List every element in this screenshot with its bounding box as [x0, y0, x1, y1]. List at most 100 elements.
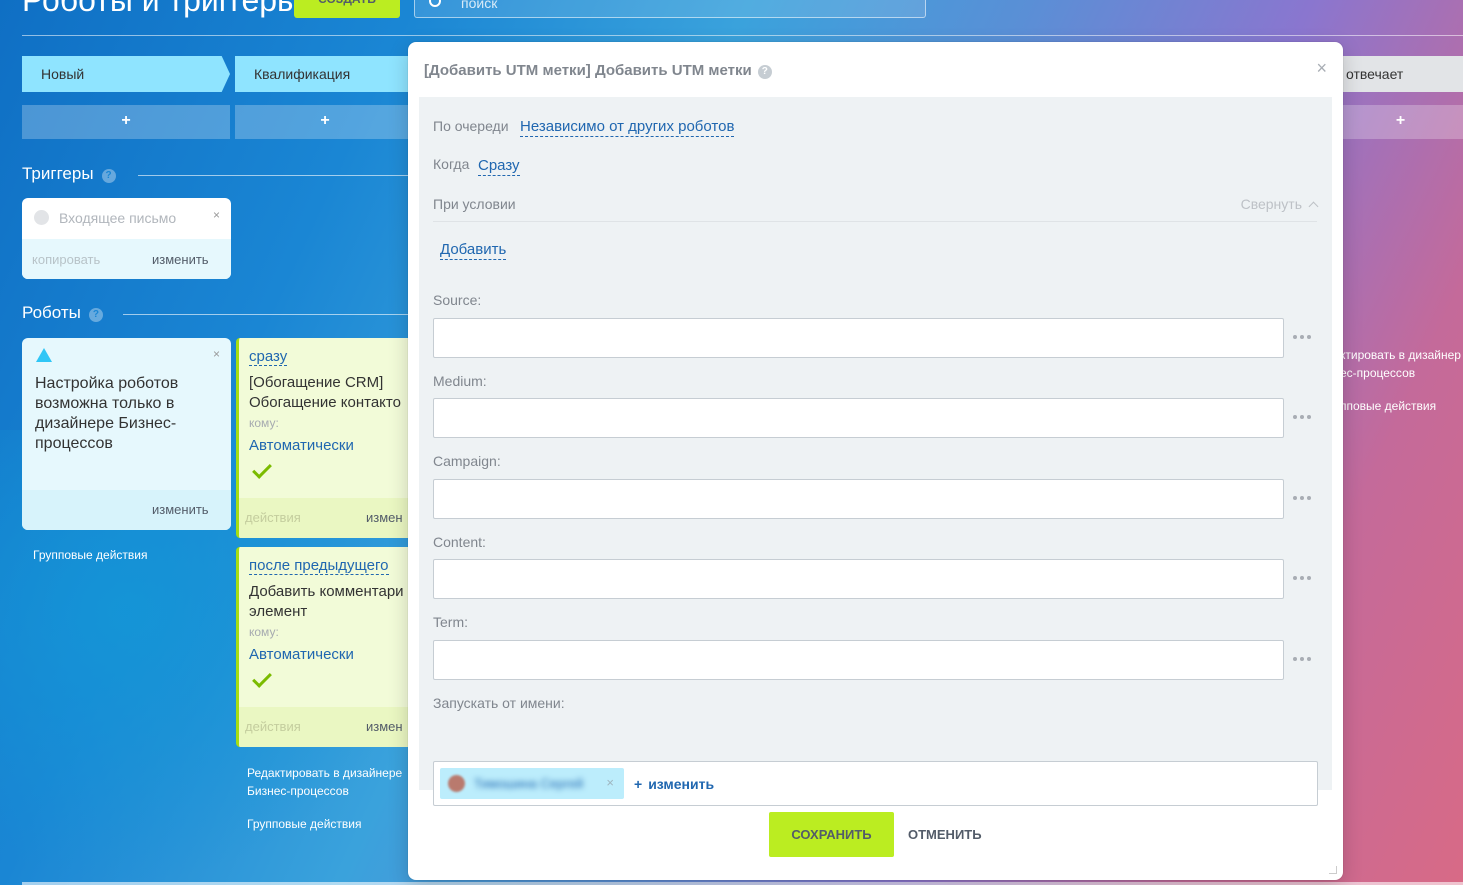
term-label: Term: — [433, 614, 468, 630]
condition-divider — [433, 221, 1317, 222]
warning-icon — [36, 348, 52, 362]
add-stage-robot-button[interactable]: + — [1338, 105, 1463, 139]
stage-responds[interactable]: отвечает — [1338, 56, 1463, 92]
trigger-edit-link[interactable]: изменить — [152, 252, 209, 267]
group-actions-link[interactable]: Групповые действия — [33, 546, 148, 564]
user-name: Тимошина Сергей — [474, 776, 584, 791]
robot-mode[interactable]: Автоматически — [249, 646, 354, 663]
robot-recipient-label: кому: — [249, 416, 279, 430]
robot-card: после предыдущего Добавить комментари эл… — [236, 547, 426, 747]
robot-edit-link[interactable]: измен — [366, 510, 403, 525]
robots-label: Роботы — [22, 303, 81, 322]
help-icon[interactable]: ? — [757, 65, 772, 79]
medium-field[interactable] — [433, 398, 1284, 438]
trigger-footer: копировать изменить — [22, 239, 231, 279]
change-user-label: изменить — [648, 776, 715, 792]
robot-edit-link[interactable]: измен — [366, 719, 403, 734]
robot-settings-dialog: [Добавить UTM метки] Добавить UTM метки?… — [408, 42, 1343, 880]
mail-icon — [34, 210, 49, 225]
condition-label: При условии — [433, 196, 516, 212]
campaign-label: Campaign: — [433, 453, 501, 469]
dialog-body: По очереди Независимо от других роботов … — [419, 97, 1332, 806]
run-as-selector[interactable]: Тимошина Сергей × + изменить — [433, 761, 1318, 806]
robot-footer: действия измен — [239, 707, 426, 747]
robot-actions-link[interactable]: действия — [245, 719, 301, 734]
section-divider — [138, 175, 413, 176]
robot-when-link[interactable]: сразу — [249, 348, 288, 366]
source-field[interactable] — [433, 318, 1284, 358]
content-label: Content: — [433, 534, 486, 550]
robot-card: сразу [Обогащение CRM] Обогащение контак… — [236, 338, 426, 538]
trigger-name: Входящее письмо — [59, 210, 177, 226]
robot-warning-card: × Настройка роботов возможна только в ди… — [22, 338, 231, 530]
source-label: Source: — [433, 292, 482, 308]
robot-footer: действия измен — [239, 498, 426, 538]
user-chip: Тимошина Сергей × — [440, 768, 624, 799]
resize-handle[interactable] — [1329, 866, 1337, 874]
triggers-label: Триггеры — [22, 164, 94, 183]
help-icon[interactable]: ? — [88, 308, 103, 322]
add-condition-link[interactable]: Добавить — [440, 240, 507, 260]
check-icon — [252, 668, 272, 688]
robot-when-link[interactable]: после предыдущего — [249, 557, 389, 575]
avatar — [448, 775, 465, 792]
trigger-card: Входящее письмо × копировать изменить — [22, 198, 231, 279]
section-divider — [123, 314, 413, 315]
warning-edit-link[interactable]: изменить — [152, 502, 209, 517]
warning-text: Настройка роботов возможна только в диза… — [35, 375, 179, 452]
run-as-label: Запускать от имени: — [433, 695, 565, 711]
chevron-up-icon — [1308, 201, 1319, 212]
robot-actions-link[interactable]: действия — [245, 510, 301, 525]
stage-qualification[interactable]: Квалификация — [235, 56, 415, 92]
trigger-copy-link[interactable]: копировать — [32, 252, 100, 267]
robot-name: Добавить комментари элемент — [249, 583, 404, 620]
save-button[interactable]: СОХРАНИТЬ — [769, 812, 894, 857]
dialog-title: [Добавить UTM метки] Добавить UTM метки? — [424, 62, 772, 79]
more-icon[interactable] — [1293, 496, 1313, 502]
remove-user-icon[interactable]: × — [606, 775, 614, 790]
order-label: По очереди — [433, 118, 509, 134]
term-field[interactable] — [433, 640, 1284, 680]
create-button[interactable]: СОЗДАТЬ — [294, 0, 400, 18]
collapse-label: Свернуть — [1240, 196, 1302, 212]
campaign-field[interactable] — [433, 479, 1284, 519]
robot-mode[interactable]: Автоматически — [249, 437, 354, 454]
when-label: Когда — [433, 156, 470, 172]
designer-link[interactable]: ктировать в дизайнер ес-процессов — [1340, 346, 1463, 382]
dialog-title-text: [Добавить UTM метки] Добавить UTM метки — [424, 62, 752, 79]
plus-icon: + — [634, 776, 643, 792]
warning-footer: изменить — [22, 490, 231, 530]
close-icon[interactable]: × — [213, 347, 220, 361]
robot-name: [Обогащение CRM] Обогащение контакто — [249, 374, 401, 411]
group-actions-link[interactable]: Групповые действия — [247, 815, 362, 833]
close-icon[interactable]: × — [213, 208, 220, 222]
group-actions-link[interactable]: пповые действия — [1340, 397, 1436, 415]
check-icon — [252, 459, 272, 479]
collapse-toggle[interactable]: Свернуть — [1240, 196, 1319, 212]
more-icon[interactable] — [1293, 657, 1313, 663]
robot-recipient-label: кому: — [249, 625, 279, 639]
more-icon[interactable] — [1293, 576, 1313, 582]
when-select[interactable]: Сразу — [478, 156, 520, 176]
search-placeholder: поиск — [461, 0, 498, 11]
stage-new[interactable]: Новый — [22, 56, 230, 92]
close-icon[interactable]: × — [1316, 58, 1327, 79]
add-stage-robot-button[interactable]: + — [235, 105, 415, 139]
more-icon[interactable] — [1293, 415, 1313, 421]
cancel-button[interactable]: ОТМЕНИТЬ — [908, 812, 982, 857]
page-title: Роботы и триггеры — [22, 0, 301, 18]
header-divider — [22, 35, 1463, 36]
change-user-link[interactable]: + изменить — [634, 776, 714, 792]
robots-heading: Роботы? — [22, 303, 103, 323]
more-icon[interactable] — [1293, 335, 1313, 341]
order-select[interactable]: Независимо от других роботов — [520, 117, 735, 137]
medium-label: Medium: — [433, 373, 487, 389]
add-stage-robot-button[interactable]: + — [22, 105, 230, 139]
search-input[interactable]: поиск — [414, 0, 926, 18]
designer-link[interactable]: Редактировать в дизайнере Бизнес-процесс… — [247, 764, 417, 800]
search-icon — [429, 0, 441, 7]
trigger-title: Входящее письмо — [34, 210, 176, 226]
help-icon[interactable]: ? — [101, 169, 116, 183]
triggers-heading: Триггеры? — [22, 164, 116, 184]
content-field[interactable] — [433, 559, 1284, 599]
